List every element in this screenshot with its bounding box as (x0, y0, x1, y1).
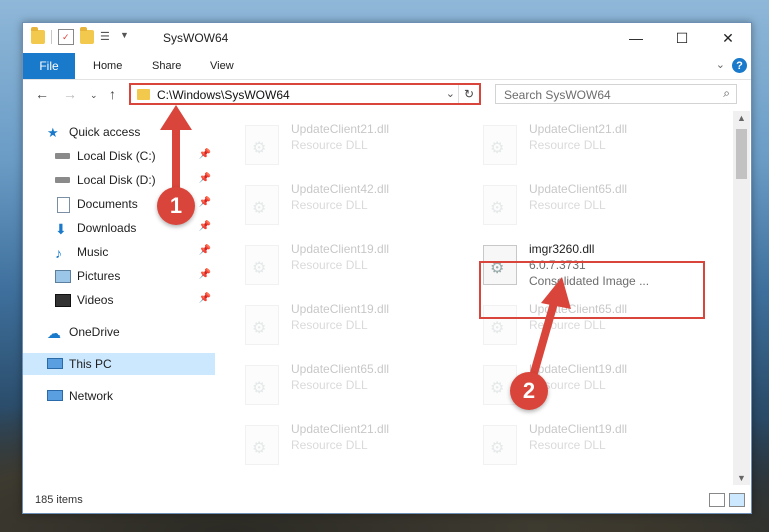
step-badge-1: 1 (157, 187, 195, 225)
arrowhead-icon (541, 277, 571, 309)
arrow-to-file (528, 294, 560, 382)
step-badge-2: 2 (510, 372, 548, 410)
annotation-arrows (160, 105, 571, 382)
arrowhead-icon (160, 105, 192, 130)
